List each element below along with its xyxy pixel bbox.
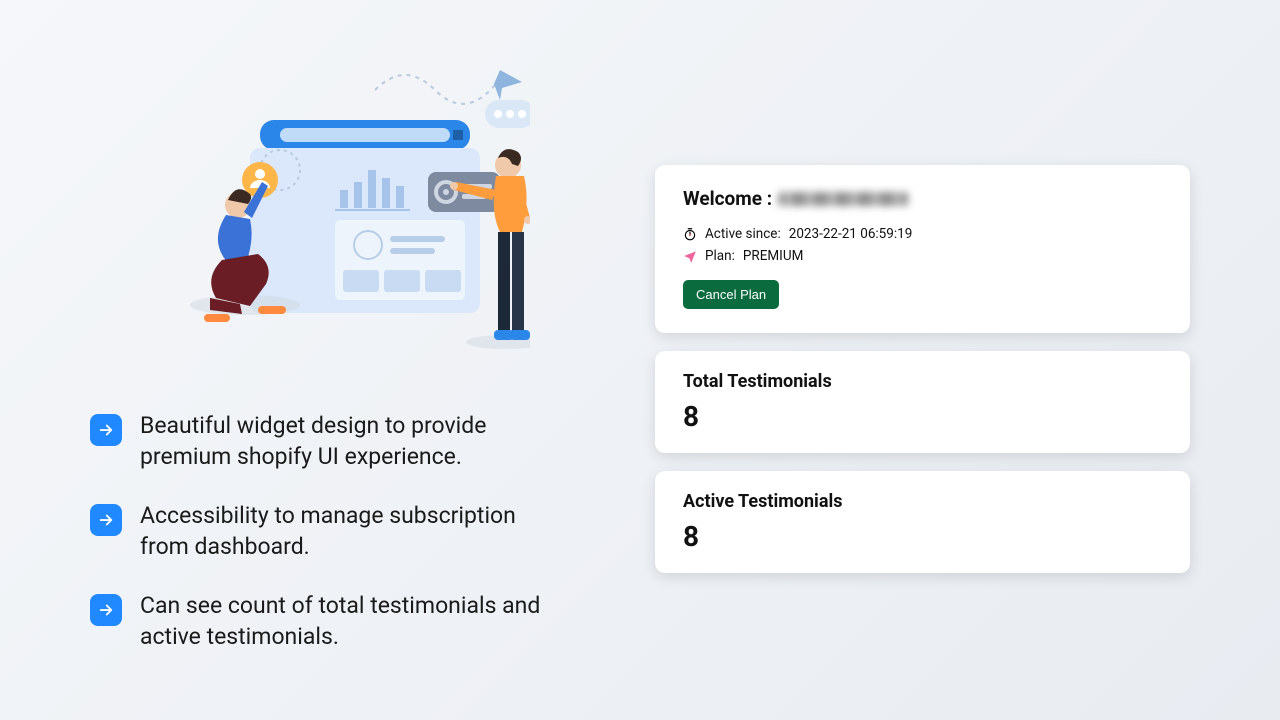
left-column: Beautiful widget design to provide premi… (0, 0, 640, 720)
right-column: Welcome : Active since: 2023-22-21 06:59… (640, 0, 1280, 720)
stat-title: Total Testimonials (683, 371, 1162, 392)
active-testimonials-card: Active Testimonials 8 (655, 471, 1190, 573)
plane-icon (683, 249, 697, 263)
stat-value: 8 (683, 520, 1162, 553)
arrow-right-icon (90, 414, 122, 446)
feature-text: Can see count of total testimonials and … (140, 590, 560, 652)
feature-item: Can see count of total testimonials and … (90, 590, 600, 652)
welcome-heading: Welcome : (683, 187, 1162, 210)
stat-title: Active Testimonials (683, 491, 1162, 512)
welcome-card: Welcome : Active since: 2023-22-21 06:59… (655, 165, 1190, 333)
page-container: Beautiful widget design to provide premi… (0, 0, 1280, 720)
arrow-right-icon (90, 594, 122, 626)
active-since-value: 2023-22-21 06:59:19 (789, 226, 913, 242)
stopwatch-icon (683, 227, 697, 241)
feature-text: Beautiful widget design to provide premi… (140, 410, 560, 472)
plan-label: Plan: (705, 248, 735, 264)
feature-text: Accessibility to manage subscrip­tion fr… (140, 500, 560, 562)
feature-item: Accessibility to manage subscrip­tion fr… (90, 500, 600, 562)
feature-item: Beautiful widget design to provide premi… (90, 410, 600, 472)
plan-row: Plan: PREMIUM (683, 248, 1162, 264)
store-name-blurred (778, 192, 908, 206)
dashboard-illustration (150, 60, 530, 360)
active-since-row: Active since: 2023-22-21 06:59:19 (683, 226, 1162, 242)
arrow-right-icon (90, 504, 122, 536)
cancel-plan-button[interactable]: Cancel Plan (683, 280, 779, 309)
feature-list: Beautiful widget design to provide premi… (90, 410, 600, 652)
welcome-label: Welcome : (683, 187, 772, 210)
active-since-label: Active since: (705, 226, 781, 242)
stat-value: 8 (683, 400, 1162, 433)
plan-value: PREMIUM (743, 248, 804, 264)
total-testimonials-card: Total Testimonials 8 (655, 351, 1190, 453)
